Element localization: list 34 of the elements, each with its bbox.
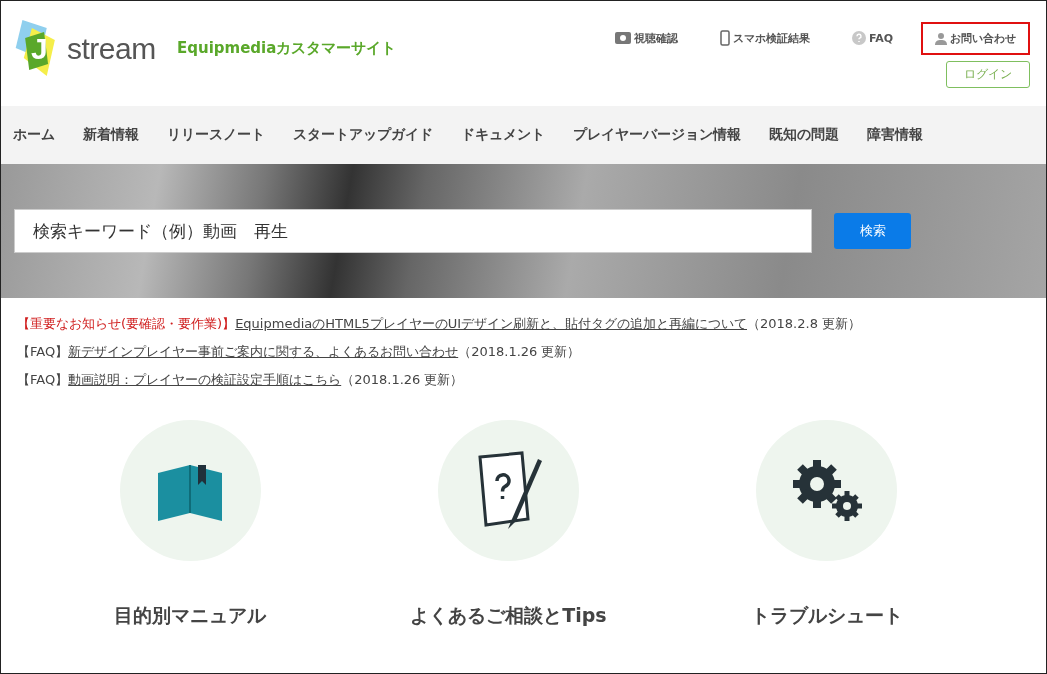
- notice-label: 【FAQ】: [17, 372, 69, 387]
- top-link[interactable]: FAQ: [837, 22, 907, 54]
- nav-link[interactable]: 既知の問題: [769, 126, 839, 144]
- notice-link[interactable]: 新デザインプレイヤー事前ご案内に関する、よくあるお問い合わせ: [68, 344, 459, 359]
- notice-date: （2018.1.26 更新）: [458, 344, 581, 359]
- nav-link[interactable]: ホーム: [13, 126, 55, 144]
- nav-link[interactable]: 新着情報: [83, 126, 139, 144]
- category-title[interactable]: 目的別マニュアル: [114, 603, 267, 629]
- nav-link[interactable]: スタートアップガイド: [293, 126, 433, 144]
- smartphone-icon: [719, 30, 730, 46]
- nav-link[interactable]: プレイヤーバージョン情報: [573, 126, 741, 144]
- logo-mark: J: [31, 31, 49, 66]
- nav-link[interactable]: ドキュメント: [461, 126, 545, 144]
- site-name: Equipmediaカスタマーサイト: [177, 39, 397, 58]
- top-link[interactable]: スマホ検証結果: [705, 21, 824, 55]
- nav-link[interactable]: リリースノート: [167, 126, 265, 144]
- category-title[interactable]: よくあるご相談とTips: [410, 603, 607, 629]
- person-icon: [935, 31, 947, 45]
- notice-label: 【重要なお知らせ(要確認・要作業)】: [17, 316, 236, 331]
- search-field[interactable]: 検索キーワード（例）動画 再生: [14, 209, 812, 253]
- top-link[interactable]: 視聴確認: [600, 21, 692, 55]
- logo[interactable]: J stream: [13, 17, 165, 80]
- logo-wordmark: stream: [67, 31, 156, 66]
- help-icon: [851, 31, 866, 45]
- notice-link[interactable]: EquipmediaのHTML5プレイヤーのUIデザイン刷新と、貼付タグの追加と再編について: [235, 316, 747, 331]
- search-button[interactable]: 検索: [834, 213, 911, 249]
- nav-link[interactable]: 障害情報: [867, 126, 923, 144]
- category-title[interactable]: トラブルシュート: [750, 603, 903, 629]
- camera-icon: [614, 32, 631, 44]
- notice-label: 【FAQ】: [17, 344, 69, 359]
- notice-date: （2018.2.8 更新）: [747, 316, 862, 331]
- top-link[interactable]: お問い合わせ: [921, 21, 1030, 55]
- notice-date: （2018.1.26 更新）: [341, 372, 464, 387]
- notice-link[interactable]: 動画説明：プレイヤーの検証設定手順はこちら: [68, 372, 342, 387]
